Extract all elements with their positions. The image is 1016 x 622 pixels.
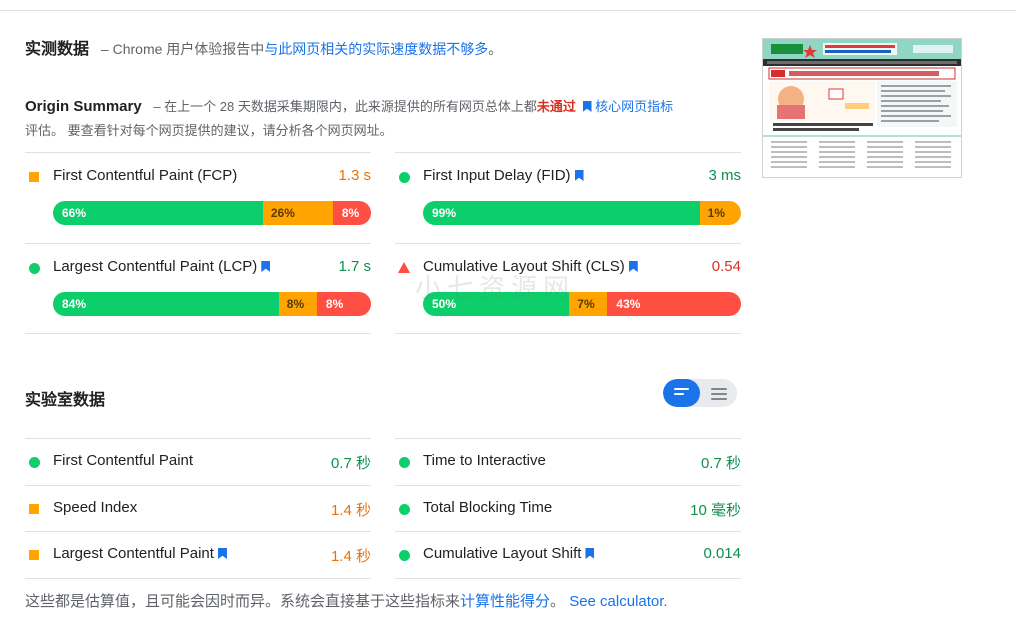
distribution-segment-avg: 1%	[699, 201, 741, 225]
lab-row-fcp: First Contentful Paint 0.7 秒	[25, 438, 371, 485]
bookmark-icon	[574, 170, 584, 181]
distribution-segment-good: 84%	[53, 292, 279, 316]
lab-metric-value: 0.7 秒	[700, 455, 741, 472]
lab-row-tti: Time to Interactive 0.7 秒	[395, 438, 741, 485]
metric-name-text: First Input Delay (FID)	[423, 167, 571, 184]
field-data-title: 实测数据	[25, 41, 90, 58]
distribution-segment-good: 99%	[423, 201, 700, 225]
metric-name: First Input Delay (FID)	[423, 167, 584, 184]
origin-summary-title: Origin Summary	[25, 98, 142, 115]
field-data-dash: –	[100, 41, 109, 57]
metric-name-text: Largest Contentful Paint (LCP)	[53, 258, 258, 275]
top-divider	[0, 10, 1016, 11]
lab-metric-name-text: Largest Contentful Paint	[53, 545, 214, 562]
field-data-link[interactable]: 与此网页相关的实际速度数据不够多	[264, 41, 488, 57]
lab-metric-name-text: Cumulative Layout Shift	[423, 545, 582, 562]
good-indicator-icon	[399, 457, 410, 468]
metric-fid: First Input Delay (FID) 3 ms 99% 1%	[395, 152, 741, 244]
field-data-header: 实测数据 – Chrome 用户体验报告中与此网页相关的实际速度数据不够多。	[25, 38, 502, 61]
footer-note: 这些都是估算值，且可能会因时而异。系统会直接基于这些指标来计算性能得分。 See…	[25, 590, 668, 611]
metric-value: 0.54	[711, 258, 741, 275]
divider	[25, 578, 371, 579]
distribution-segment-good: 66%	[53, 201, 263, 225]
origin-summary: Origin Summary – 在上一个 28 天数据采集期限内，此来源提供的…	[25, 95, 685, 143]
lab-metric-value: 1.4 秒	[330, 548, 371, 565]
divider	[395, 578, 741, 579]
poor-indicator-icon	[398, 262, 410, 273]
lab-metric-name: Total Blocking Time	[423, 499, 553, 516]
good-indicator-icon	[29, 457, 40, 468]
watermark: 小七资源网	[415, 273, 576, 303]
distribution-segment-poor: 43%	[607, 292, 741, 316]
list-expanded-icon	[711, 388, 727, 403]
lab-metric-name: Largest Contentful Paint	[53, 545, 227, 562]
bookmark-icon	[582, 101, 592, 112]
metric-fcp: First Contentful Paint (FCP) 1.3 s 66% 26…	[25, 152, 371, 244]
bookmark-icon	[585, 548, 595, 559]
lab-metric-value: 0.014	[703, 545, 741, 562]
metric-name: Largest Contentful Paint (LCP)	[53, 258, 271, 275]
average-indicator-icon	[29, 172, 39, 182]
lab-metric-name: Time to Interactive	[423, 452, 546, 469]
thumbnail-image	[763, 39, 961, 177]
good-indicator-icon	[29, 263, 40, 274]
score-calculation-link[interactable]: 计算性能得分	[460, 593, 550, 610]
lab-metric-name: First Contentful Paint	[53, 452, 194, 469]
distribution-bar: 99% 1%	[423, 201, 741, 225]
core-web-vitals-link[interactable]: 核心网页指标	[595, 99, 673, 114]
distribution-segment-poor: 8%	[332, 201, 371, 225]
good-indicator-icon	[399, 504, 410, 515]
distribution-segment-avg: 8%	[278, 292, 317, 316]
see-calculator-link[interactable]: See calculator.	[569, 593, 667, 610]
view-toggle[interactable]	[663, 379, 737, 407]
lab-data-title: 实验室数据	[25, 392, 106, 409]
lab-metric-value: 1.4 秒	[330, 502, 371, 519]
list-compact-icon	[674, 388, 689, 398]
good-indicator-icon	[399, 550, 410, 561]
metric-value: 1.3 s	[338, 167, 371, 184]
footer-separator: 。	[550, 593, 570, 610]
compact-view-button[interactable]	[663, 379, 700, 407]
page-screenshot-thumbnail[interactable]	[762, 38, 962, 178]
bookmark-icon	[628, 261, 638, 272]
origin-status: 未通过	[536, 99, 576, 114]
distribution-bar: 84% 8% 8%	[53, 292, 371, 316]
bookmark-icon	[217, 548, 227, 559]
divider	[395, 333, 741, 334]
lab-metric-name: Cumulative Layout Shift	[423, 545, 595, 562]
expanded-view-button[interactable]	[700, 379, 737, 407]
lab-metric-name: Speed Index	[53, 499, 138, 516]
distribution-segment-poor: 8%	[316, 292, 371, 316]
lab-row-cls: Cumulative Layout Shift 0.014	[395, 531, 741, 579]
lab-metric-value: 10 毫秒	[690, 502, 741, 519]
field-data-desc: Chrome 用户体验报告中	[112, 41, 265, 57]
good-indicator-icon	[399, 172, 410, 183]
lab-metric-value: 0.7 秒	[330, 455, 371, 472]
footer-text: 这些都是估算值，且可能会因时而异。系统会直接基于这些指标来	[25, 593, 461, 610]
average-indicator-icon	[29, 550, 39, 560]
distribution-segment-avg: 26%	[262, 201, 333, 225]
divider	[25, 333, 371, 334]
origin-summary-desc-suffix: 评估。 要查看针对每个网页提供的建议，请分析各个网页网址。	[25, 123, 393, 138]
lab-row-lcp: Largest Contentful Paint 1.4 秒	[25, 531, 371, 579]
distribution-bar: 66% 26% 8%	[53, 201, 371, 225]
field-data-desc-suffix: 。	[488, 41, 503, 57]
lab-row-tbt: Total Blocking Time 10 毫秒	[395, 485, 741, 532]
origin-summary-desc: – 在上一个 28 天数据采集期限内，此来源提供的所有网页总体上都	[153, 99, 537, 114]
average-indicator-icon	[29, 504, 39, 514]
metric-value: 1.7 s	[338, 258, 371, 275]
bookmark-icon	[261, 261, 271, 272]
metric-name: First Contentful Paint (FCP)	[53, 167, 238, 184]
metric-value: 3 ms	[708, 167, 741, 184]
metric-lcp: Largest Contentful Paint (LCP) 1.7 s 84%…	[25, 243, 371, 334]
lab-row-si: Speed Index 1.4 秒	[25, 485, 371, 532]
